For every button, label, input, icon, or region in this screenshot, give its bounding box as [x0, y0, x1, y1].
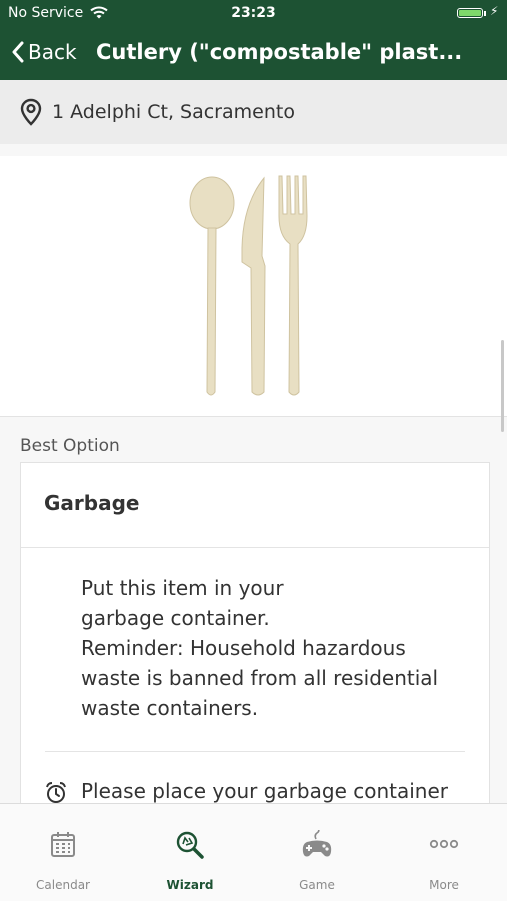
disposal-instructions: Put this item in your garbage container.…: [81, 573, 461, 723]
tab-wizard[interactable]: Wizard: [127, 804, 253, 901]
alarm-clock-icon: [46, 782, 66, 803]
address-text: 1 Adelphi Ct, Sacramento: [52, 101, 295, 123]
knife-icon: [241, 176, 266, 396]
cutlery-illustration: [189, 175, 308, 396]
spoon-icon: [189, 176, 235, 396]
calendar-icon: [51, 832, 75, 857]
address-bar[interactable]: 1 Adelphi Ct, Sacramento: [0, 80, 507, 144]
instruction-line: waste is banned from all residential: [81, 666, 439, 690]
battery-icon: [457, 8, 483, 18]
tab-more[interactable]: More: [381, 804, 507, 901]
tab-label: Wizard: [166, 878, 214, 892]
status-time: 23:23: [231, 5, 276, 21]
tab-label: Game: [299, 878, 335, 892]
recycle-search-icon: [176, 831, 204, 859]
instruction-line: Put this item in your: [81, 576, 284, 600]
tab-label: More: [429, 878, 459, 892]
scrollbar[interactable]: [501, 340, 504, 432]
page-title: Cutlery ("compostable" plast...: [96, 40, 463, 64]
charging-icon: ⚡: [490, 4, 499, 18]
nav-bar: Back Cutlery ("compostable" plast...: [0, 32, 507, 72]
tab-bar: Calendar Wizard Game More: [0, 803, 507, 901]
card-title-row: Garbage: [21, 463, 489, 548]
disposal-method-title: Garbage: [44, 491, 140, 515]
fork-icon: [278, 175, 308, 396]
status-bar: No Service 23:23 ⚡: [0, 0, 507, 26]
tab-label: Calendar: [36, 878, 90, 892]
divider: [45, 751, 465, 752]
gamepad-icon: [302, 830, 332, 857]
tab-calendar[interactable]: Calendar: [0, 804, 126, 901]
chevron-left-icon: [12, 41, 24, 63]
instruction-line: waste containers.: [81, 696, 259, 720]
location-pin-icon: [20, 98, 42, 126]
instruction-line: garbage container.: [81, 606, 270, 630]
schedule-reminder-text: Please place your garbage container: [81, 779, 449, 803]
back-button[interactable]: Back: [12, 32, 77, 72]
best-option-label: Best Option: [20, 436, 120, 456]
tab-game[interactable]: Game: [254, 804, 380, 901]
back-label: Back: [28, 40, 77, 64]
instruction-line: Reminder: Household hazardous: [81, 636, 406, 660]
battery-tip: [484, 11, 486, 16]
more-dots-icon: [429, 839, 459, 849]
app-header: No Service 23:23 ⚡ Back Cutlery ("compos…: [0, 0, 507, 80]
item-image: [0, 156, 507, 417]
